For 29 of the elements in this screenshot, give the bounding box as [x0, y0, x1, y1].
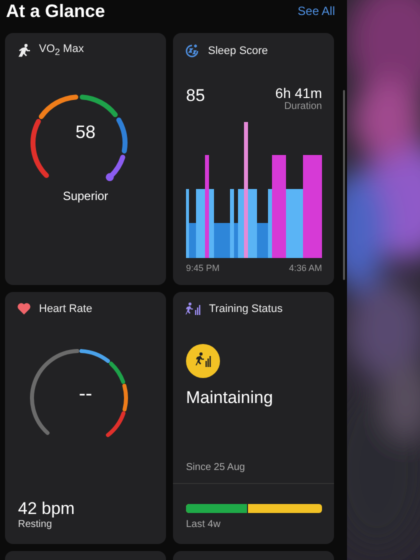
vo2-rating: Superior — [62, 189, 110, 203]
start-time: 9:45 PM — [186, 263, 220, 273]
duration-label: Duration — [284, 101, 322, 112]
scrollbar[interactable] — [343, 90, 345, 280]
end-time: 4:36 AM — [288, 263, 322, 273]
sleep-card[interactable]: Sleep Score 85 6h 41m Duration 9:45 PM 4:36 AM — [173, 33, 334, 285]
since-date: Since 25 Aug — [186, 462, 245, 473]
card-title: Training Status — [209, 303, 283, 315]
resting-label: Resting — [18, 519, 52, 530]
heart-icon — [17, 302, 31, 315]
training-badge-icon — [186, 344, 220, 378]
vo2-value: 58 — [74, 122, 97, 143]
resting-heart-rate: 42 bpm — [18, 499, 75, 519]
sleep-icon — [185, 43, 200, 58]
period-label: Last 4w — [186, 519, 220, 530]
sleep-duration: 6h 41m — [275, 85, 322, 101]
runner-icon — [17, 43, 31, 58]
training-status: Maintaining — [186, 388, 273, 408]
card-title: Heart Rate — [39, 302, 92, 314]
heart-rate-value: -- — [78, 383, 94, 406]
card-title: VO$_{2}$ Max — [39, 43, 84, 58]
vo2-card[interactable]: VO$_{2}$ Max 58 Superior — [5, 33, 166, 285]
training-icon — [185, 302, 201, 316]
heart-rate-card[interactable]: Heart Rate -- 42 bpm Resting — [5, 292, 166, 544]
section-title: At a Glance — [6, 0, 106, 22]
sleep-score: 85 — [186, 86, 205, 106]
see-all-link[interactable]: See All — [298, 4, 335, 18]
training-status-card[interactable]: Training Status Maintaining Since 25 Aug Last 4w — [173, 292, 334, 544]
card-title: Sleep Score — [208, 44, 268, 56]
